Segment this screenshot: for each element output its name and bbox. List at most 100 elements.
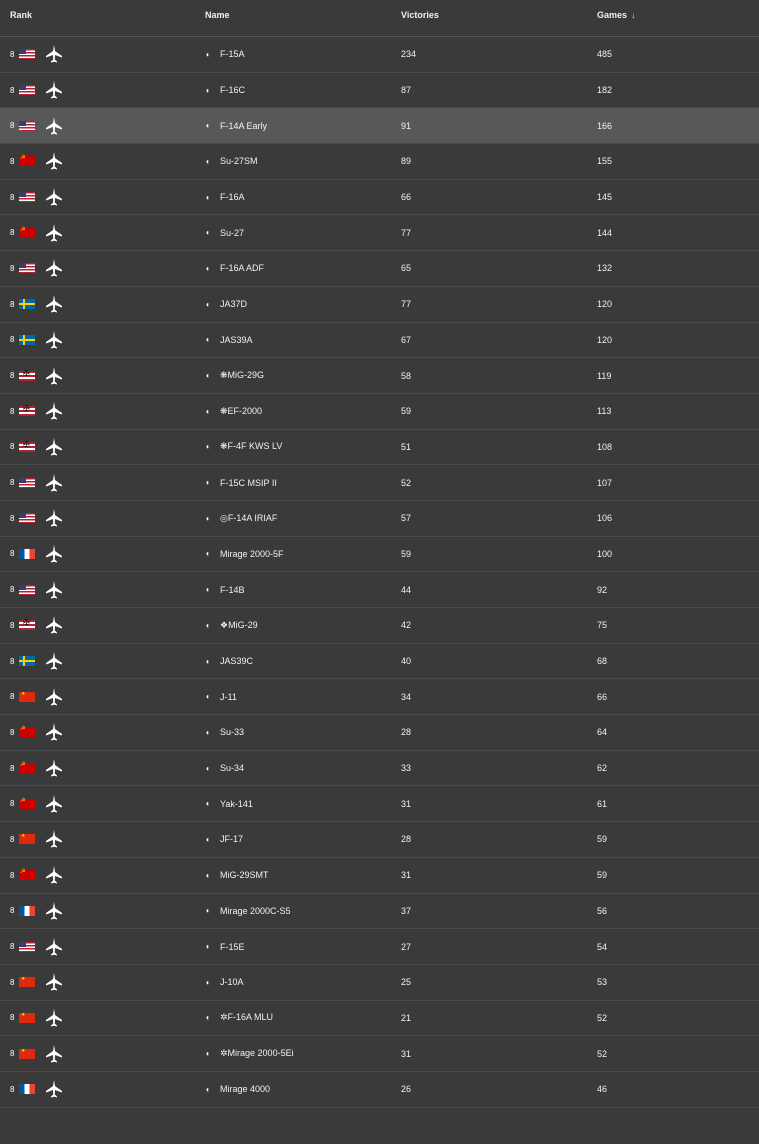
table-row[interactable]: 8 ◖ F-15C MSIP II 52 107 — [0, 465, 759, 501]
name-cell: ◖ Yak-141 — [205, 786, 401, 821]
vehicle-name[interactable]: F-15E — [220, 942, 245, 952]
column-header-name[interactable]: Name — [205, 0, 401, 36]
vehicle-name[interactable]: JA37D — [220, 299, 247, 309]
table-row[interactable]: 8 ◖ ◎F-14A IRIAF 57 106 — [0, 501, 759, 537]
vehicle-name[interactable]: F-16A — [220, 192, 245, 202]
fighter-class-icon: ◖ — [205, 977, 210, 987]
vehicle-name[interactable]: ❋MiG-29G — [220, 370, 264, 381]
table-row[interactable]: 8 ◖ F-15A 234 485 — [0, 37, 759, 73]
name-cell: ◖ Mirage 2000C-S5 — [205, 894, 401, 929]
vehicle-name[interactable]: F-14B — [220, 585, 245, 595]
table-row[interactable]: 8 ◖ Su-34 33 62 — [0, 751, 759, 787]
table-row[interactable]: 8 ◖ F-16A ADF 65 132 — [0, 251, 759, 287]
vehicle-name[interactable]: F-15A — [220, 49, 245, 59]
table-row[interactable]: 8 ◖ J-11 34 66 — [0, 679, 759, 716]
victories-value: 66 — [401, 192, 412, 203]
vehicle-name[interactable]: F-16A ADF — [220, 263, 264, 273]
table-row[interactable]: 8 ◖ F-16C 87 182 — [0, 73, 759, 109]
fighter-class-icon: ◖ — [205, 299, 210, 309]
table-row[interactable]: 8 ◖ Su-27 77 144 — [0, 215, 759, 252]
de-flag-icon — [19, 369, 35, 381]
table-row[interactable]: 8 ◖ ❖MiG-29 42 75 — [0, 608, 759, 644]
arrow-down-icon[interactable]: ↓ — [631, 10, 636, 20]
table-row[interactable]: 8 ◖ Mirage 4000 26 46 — [0, 1072, 759, 1108]
vehicle-name[interactable]: F-14A Early — [220, 121, 267, 131]
vehicle-name[interactable]: F-16C — [220, 85, 245, 95]
vehicle-name[interactable]: JAS39C — [220, 656, 253, 666]
table-row[interactable]: 8 ◖ JF-17 28 59 — [0, 822, 759, 858]
vehicle-name[interactable]: Su-27 — [220, 228, 244, 238]
vehicle-name[interactable]: Mirage 2000C-S5 — [220, 906, 291, 916]
name-cell: ◖ F-15A — [205, 37, 401, 72]
vehicle-name[interactable]: ◎F-14A IRIAF — [220, 513, 277, 524]
table-row[interactable]: 8 ◖ ❋F-4F KWS LV 51 108 — [0, 430, 759, 466]
rank-cell: 8 — [0, 751, 205, 786]
games-cell: 92 — [597, 572, 759, 607]
table-row[interactable]: 8 ◖ F-14A Early 91 166 — [0, 108, 759, 145]
table-body: 8 ◖ F-15A 234 485 8 ◖ F-16C 87 182 8 ◖ F-14A Early 91… — [0, 37, 759, 1108]
us-flag-icon — [19, 941, 35, 952]
table-row[interactable]: 8 ◖ F-14B 44 92 — [0, 572, 759, 608]
vehicle-name[interactable]: Yak-141 — [220, 799, 253, 809]
vehicle-name[interactable]: ✲Mirage 2000-5Ei — [220, 1048, 294, 1059]
games-value: 52 — [597, 1012, 608, 1023]
games-value: 61 — [597, 798, 608, 809]
rank-cell: 8 — [0, 358, 205, 393]
vehicle-name[interactable]: JF-17 — [220, 834, 243, 844]
table-row[interactable]: 8 ◖ Mirage 2000-5F 59 100 — [0, 537, 759, 573]
victories-value: 67 — [401, 334, 412, 345]
rank-value: 8 — [10, 799, 15, 809]
vehicle-name[interactable]: Mirage 4000 — [220, 1084, 270, 1094]
table-row[interactable]: 8 ◖ F-16A 66 145 — [0, 180, 759, 216]
table-row[interactable]: 8 ◖ Su-27SM 89 155 — [0, 144, 759, 180]
rank-header-label: Rank — [10, 10, 33, 20]
table-row[interactable]: 8 ◖ ✲Mirage 2000-5Ei 31 52 — [0, 1036, 759, 1072]
games-cell: 485 — [597, 37, 759, 72]
table-row[interactable]: 8 ◖ Su-33 28 64 — [0, 715, 759, 751]
vehicle-name[interactable]: J-11 — [220, 692, 237, 702]
vehicle-name[interactable]: MiG-29SMT — [220, 870, 269, 880]
vehicle-name[interactable]: ❋EF-2000 — [220, 406, 262, 417]
games-value: 46 — [597, 1084, 608, 1095]
jet-icon — [44, 508, 64, 528]
table-row[interactable]: 8 ◖ F-15E 27 54 — [0, 929, 759, 965]
vehicle-name[interactable]: JAS39A — [220, 335, 253, 345]
table-row[interactable]: 8 ◖ MiG-29SMT 31 59 — [0, 858, 759, 894]
table-row[interactable]: 8 ◖ Yak-141 31 61 — [0, 786, 759, 823]
vehicle-name[interactable]: Su-33 — [220, 727, 244, 737]
vehicle-name[interactable]: J-10A — [220, 977, 244, 987]
table-row[interactable]: 8 ◖ JAS39C 40 68 — [0, 644, 759, 680]
table-row[interactable]: 8 ◖ JAS39A 67 120 — [0, 323, 759, 359]
table-row[interactable]: 8 ◖ ❋EF-2000 59 113 — [0, 394, 759, 430]
column-header-rank[interactable]: Rank — [0, 0, 205, 36]
table-row[interactable]: 8 ◖ Mirage 2000C-S5 37 56 — [0, 894, 759, 930]
vehicle-name[interactable]: ❖MiG-29 — [220, 620, 258, 631]
victories-cell: 77 — [401, 287, 597, 322]
vehicle-name[interactable]: ❋F-4F KWS LV — [220, 441, 282, 452]
table-row[interactable]: 8 ◖ ✲F-16A MLU 21 52 — [0, 1001, 759, 1037]
victories-cell: 40 — [401, 644, 597, 679]
vehicle-name[interactable]: Mirage 2000-5F — [220, 549, 284, 559]
rank-cell: 8 — [0, 572, 205, 607]
vehicle-name[interactable]: ✲F-16A MLU — [220, 1012, 273, 1023]
jet-icon — [44, 972, 64, 992]
column-header-games[interactable]: Games ↓ — [597, 0, 759, 36]
vehicle-name[interactable]: F-15C MSIP II — [220, 478, 277, 488]
table-row[interactable]: 8 ◖ ❋MiG-29G 58 119 — [0, 358, 759, 394]
leaderboard-table: Rank Name Victories Games ↓ 8 ◖ F-15A 234 48… — [0, 0, 759, 1144]
name-cell: ◖ MiG-29SMT — [205, 858, 401, 893]
victories-cell: 33 — [401, 751, 597, 786]
rank-cell: 8 — [0, 644, 205, 679]
se-flag-icon — [19, 656, 35, 667]
ussr-flag-icon — [19, 725, 35, 738]
name-cell: ◖ Su-27 — [205, 215, 401, 250]
victories-cell: 52 — [401, 465, 597, 500]
games-value: 92 — [597, 584, 608, 595]
table-row[interactable]: 8 ◖ J-10A 25 53 — [0, 965, 759, 1001]
table-row[interactable]: 8 ◖ JA37D 77 120 — [0, 287, 759, 323]
column-header-victories[interactable]: Victories — [401, 0, 597, 36]
victories-value: 26 — [401, 1084, 412, 1095]
vehicle-name[interactable]: Su-34 — [220, 763, 244, 773]
name-cell: ◖ JAS39A — [205, 323, 401, 358]
vehicle-name[interactable]: Su-27SM — [220, 156, 258, 166]
